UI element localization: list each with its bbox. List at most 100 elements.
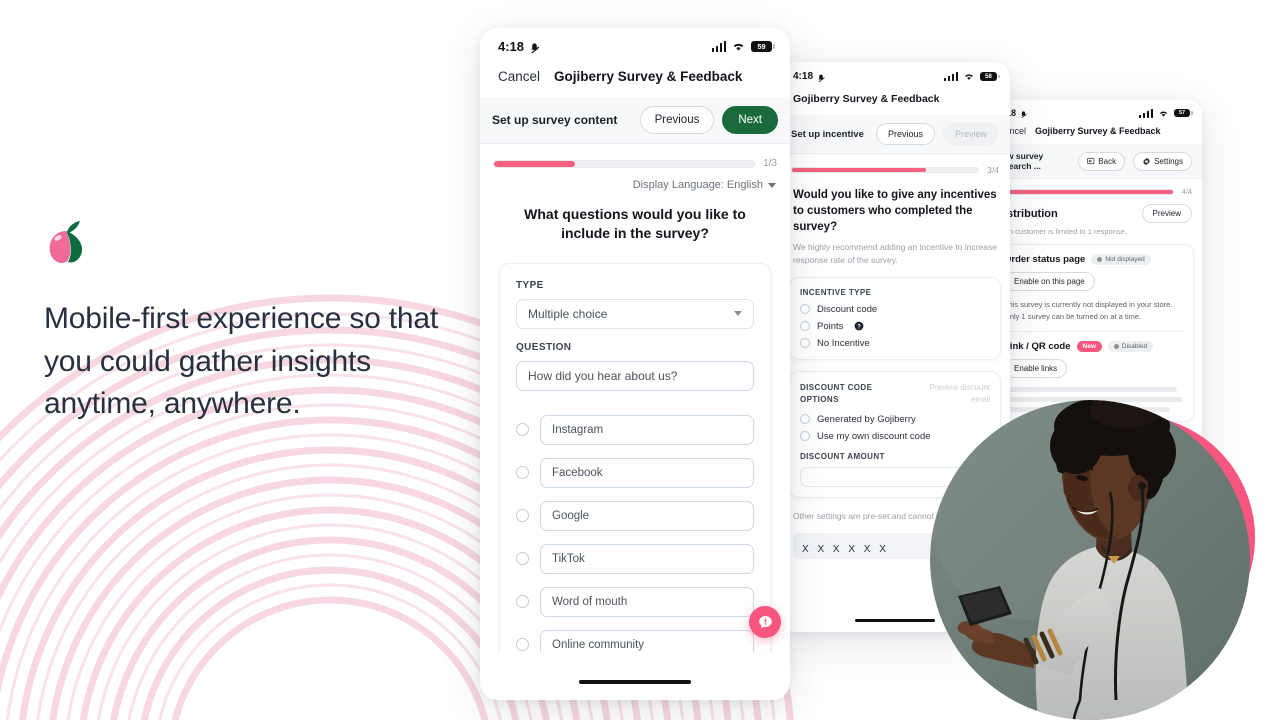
app-title: Gojiberry Survey & Feedback <box>1035 126 1161 136</box>
discount-option-generated[interactable]: Generated by Gojiberry <box>800 414 990 425</box>
gear-icon <box>1143 157 1150 165</box>
question-type-select[interactable]: Multiple choice <box>516 298 754 329</box>
sub-header: New survey research ... Back Settings <box>986 144 1202 179</box>
discount-options-label: DISCOUNT CODE OPTIONS <box>800 382 873 404</box>
answer-option-row[interactable]: TikTok <box>516 543 754 574</box>
answer-option-input[interactable]: Instagram <box>540 414 754 445</box>
preview-button: Preview <box>942 123 999 145</box>
status-time: 4:18 <box>498 39 525 54</box>
home-indicator <box>855 618 935 622</box>
radio-icon[interactable] <box>800 414 810 425</box>
incentive-question: Would you like to give any incentives to… <box>793 189 997 234</box>
status-bar: 4:18 59 <box>480 28 790 58</box>
radio-icon[interactable] <box>800 431 810 442</box>
phone-mock-survey-content: 4:18 59 Cancel Gojiberry Survey & Feedba… <box>480 28 790 700</box>
answer-option-row[interactable]: Word of mouth <box>516 586 754 617</box>
status-time: 4:18 <box>793 71 814 82</box>
answer-option-input[interactable]: Google <box>540 500 754 531</box>
preview-discount-email-link[interactable]: Preview discount email <box>914 382 990 406</box>
chat-bubble-alert-icon <box>758 615 772 628</box>
page-headline: Mobile-first experience so that you coul… <box>44 302 438 421</box>
answer-option-input[interactable]: TikTok <box>540 543 754 574</box>
bell-slash-icon <box>1020 110 1027 118</box>
link-qr-status-badge: Disabled <box>1107 341 1154 353</box>
sub-header: Set up incentive Previous Preview <box>780 115 1010 154</box>
step-title: Set up incentive <box>791 128 864 140</box>
answer-option-input[interactable]: Facebook <box>540 457 754 488</box>
radio-icon[interactable] <box>800 338 810 349</box>
question-type-value: Multiple choice <box>528 306 608 321</box>
chevron-down-icon[interactable] <box>734 311 742 317</box>
previous-button[interactable]: Previous <box>875 123 935 145</box>
sub-header: Set up survey content Previous Next <box>480 97 790 144</box>
radio-icon[interactable] <box>516 638 529 652</box>
app-title: Gojiberry Survey & Feedback <box>793 93 940 105</box>
question-text-input[interactable]: How did you hear about us? <box>516 360 754 391</box>
radio-icon[interactable] <box>800 321 810 332</box>
wifi-icon <box>1159 111 1168 117</box>
status-bar: 4:18 57 <box>986 100 1202 120</box>
order-status-title: Order status page <box>1004 254 1086 265</box>
radio-icon[interactable] <box>516 509 529 523</box>
cellular-signal-icon <box>1138 108 1153 118</box>
person-using-phone-photo <box>930 400 1250 720</box>
bell-slash-icon <box>817 74 825 82</box>
discount-option-own[interactable]: Use my own discount code <box>800 431 990 442</box>
discount-amount-label: DISCOUNT AMOUNT <box>800 451 885 461</box>
bottom-bar <box>480 652 790 700</box>
answer-option-input[interactable]: Word of mouth <box>540 586 754 617</box>
question-label: QUESTION <box>516 341 572 353</box>
display-language-label: Display Language: English <box>632 179 763 191</box>
back-button[interactable]: Back <box>1078 151 1126 171</box>
incentive-option-none[interactable]: No Incentive <box>800 338 990 349</box>
progress-fraction: 3/4 <box>987 165 999 175</box>
chevron-down-icon[interactable] <box>768 182 776 188</box>
svg-text:?: ? <box>858 325 862 331</box>
step-title: Set up survey content <box>492 113 618 127</box>
bell-slash-icon <box>529 43 540 53</box>
nav-bar: Cancel Gojiberry Survey & Feedback <box>480 58 790 97</box>
settings-button[interactable]: Settings <box>1133 151 1192 171</box>
cellular-signal-icon <box>943 72 958 81</box>
nav-bar: Cancel Gojiberry Survey & Feedback <box>986 120 1202 144</box>
home-indicator <box>579 679 691 684</box>
incentive-type-card: INCENTIVE TYPE Discount code Points ? No… <box>789 276 1001 360</box>
distribution-header: Distribution Preview <box>986 200 1202 223</box>
previous-button[interactable]: Previous <box>639 106 715 134</box>
progress-track <box>493 159 756 168</box>
incentive-type-label: INCENTIVE TYPE <box>800 287 872 297</box>
incentive-option-points[interactable]: Points ? <box>800 321 990 332</box>
promo-graphic: Mobile-first experience so that you coul… <box>0 0 1280 720</box>
radio-icon[interactable] <box>516 552 529 566</box>
incentive-option-discount[interactable]: Discount code <box>800 304 990 315</box>
answer-option-row[interactable]: Facebook <box>516 457 754 488</box>
battery-icon: 57 <box>1174 109 1193 117</box>
radio-icon[interactable] <box>516 466 529 480</box>
support-chat-button[interactable] <box>749 606 781 638</box>
cancel-button[interactable]: Cancel <box>498 69 540 84</box>
enable-order-status-button[interactable]: Enable on this page <box>1004 272 1095 291</box>
help-circle-icon[interactable]: ? <box>854 321 864 331</box>
question-editor-card: TYPE Multiple choice QUESTION How did yo… <box>499 262 771 671</box>
answer-option-row[interactable]: Instagram <box>516 414 754 445</box>
progress-track <box>791 167 980 173</box>
progress-indicator: 1/3 <box>480 144 790 174</box>
hero-copy-block: Mobile-first experience so that you coul… <box>44 218 464 426</box>
next-button[interactable]: Next <box>722 106 778 134</box>
order-status-badge: Not displayed <box>1091 254 1151 265</box>
status-bar: 4:18 58 <box>780 62 1010 85</box>
radio-icon[interactable] <box>800 304 810 315</box>
incentive-recommendation-note: We highly recommend adding an incentive … <box>793 242 997 266</box>
app-title: Gojiberry Survey & Feedback <box>554 69 743 84</box>
radio-icon[interactable] <box>516 423 529 437</box>
progress-indicator: 4/4 <box>986 179 1202 200</box>
preview-button[interactable]: Preview <box>1141 204 1192 223</box>
radio-icon[interactable] <box>516 595 529 609</box>
back-arrow-box-icon <box>1087 157 1095 165</box>
link-qr-title: Link / QR code <box>1004 341 1071 353</box>
enable-links-button[interactable]: Enable links <box>1004 359 1068 379</box>
answer-option-row[interactable]: Google <box>516 500 754 531</box>
display-language-selector[interactable]: Display Language: English <box>480 174 790 191</box>
progress-track <box>996 188 1174 195</box>
wifi-icon <box>965 74 973 80</box>
